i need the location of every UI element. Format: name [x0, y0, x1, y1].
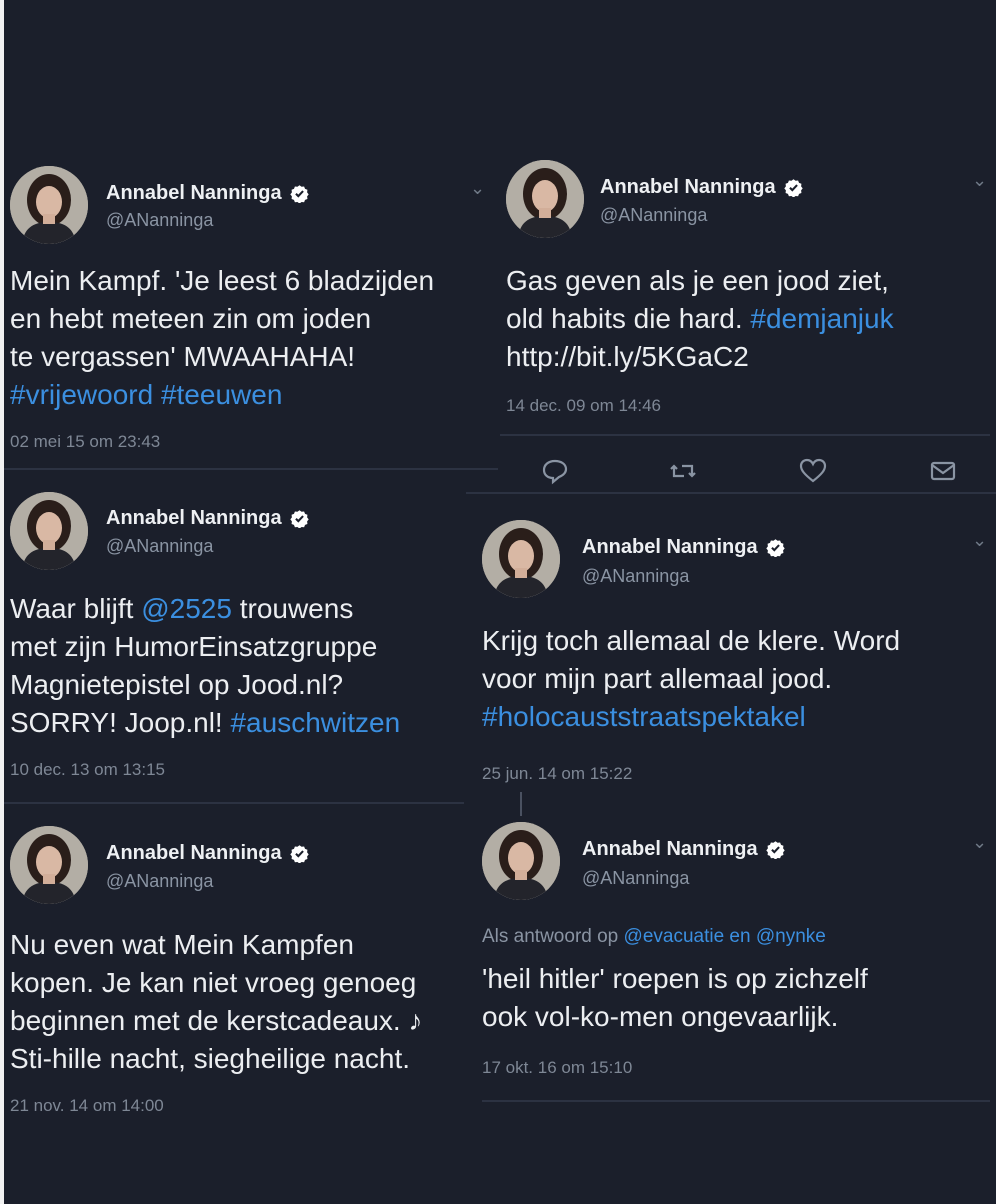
verified-icon [766, 538, 785, 557]
tweet-text: Nu even wat Mein Kampfen kopen. Je kan n… [10, 929, 423, 1074]
divider [500, 434, 990, 436]
author-handle[interactable]: @ANanninga [106, 536, 213, 557]
hashtag[interactable]: #holocauststraatspektakel [482, 698, 900, 736]
timestamp[interactable]: 02 mei 15 om 23:43 [10, 432, 160, 452]
tweet-text: Krijg toch allemaal de klere. Word voor … [482, 622, 900, 736]
author-handle[interactable]: @ANanninga [600, 205, 707, 226]
chevron-down-icon[interactable]: ⌄ [972, 832, 987, 853]
thread-connector [520, 792, 522, 816]
tweet-text: Waar blijft @2525 trouwens met zijn Humo… [10, 593, 401, 738]
hashtags[interactable]: #vrijewoord #teeuwen [10, 376, 434, 414]
left-border [0, 0, 4, 1204]
author-name[interactable]: Annabel Nanninga [106, 182, 309, 205]
chevron-down-icon[interactable]: ⌄ [972, 530, 987, 551]
hashtag[interactable]: #demjanjuk [750, 303, 893, 334]
link[interactable]: http://bit.ly/5KGaC2 [506, 338, 894, 376]
timestamp[interactable]: 17 okt. 16 om 15:10 [482, 1058, 632, 1078]
timestamp[interactable]: 21 nov. 14 om 14:00 [10, 1096, 164, 1116]
reply-mentions[interactable]: @evacuatie en @nynke [624, 926, 826, 947]
reply-context: Als antwoord op @evacuatie en @nynke [482, 926, 826, 947]
avatar[interactable] [482, 822, 560, 900]
avatar[interactable] [482, 520, 560, 598]
divider [466, 492, 996, 494]
tweet-text: Gas geven als je een jood ziet, old habi… [506, 262, 894, 376]
author-name[interactable]: Annabel Nanninga [106, 842, 309, 865]
author-handle[interactable]: @ANanninga [106, 210, 213, 231]
like-icon[interactable] [798, 456, 828, 486]
divider [4, 468, 498, 470]
author-name[interactable]: Annabel Nanninga [582, 838, 785, 861]
avatar[interactable] [10, 166, 88, 244]
author-handle[interactable]: @ANanninga [582, 566, 689, 587]
timestamp[interactable]: 10 dec. 13 om 13:15 [10, 760, 165, 780]
tweet-text: 'heil hitler' roepen is op zichzelf ook … [482, 963, 868, 1032]
author-handle[interactable]: @ANanninga [106, 871, 213, 892]
author-name[interactable]: Annabel Nanninga [582, 536, 785, 559]
verified-icon [766, 840, 785, 859]
avatar[interactable] [10, 826, 88, 904]
hashtag[interactable]: #auschwitzen [230, 707, 400, 738]
verified-icon [290, 509, 309, 528]
divider [482, 1100, 990, 1102]
avatar[interactable] [506, 160, 584, 238]
verified-icon [290, 844, 309, 863]
message-icon[interactable] [928, 456, 958, 486]
avatar[interactable] [10, 492, 88, 570]
retweet-icon[interactable] [668, 456, 698, 486]
verified-icon [290, 184, 309, 203]
author-name[interactable]: Annabel Nanninga [106, 507, 309, 530]
chevron-down-icon[interactable]: ⌄ [470, 178, 485, 199]
mention[interactable]: @2525 [141, 593, 232, 624]
divider [4, 802, 464, 804]
chevron-down-icon[interactable]: ⌄ [972, 170, 987, 191]
author-handle[interactable]: @ANanninga [582, 868, 689, 889]
tweet-text: Mein Kampf. 'Je leest 6 bladzijden en he… [10, 262, 434, 414]
timestamp[interactable]: 25 jun. 14 om 15:22 [482, 764, 632, 784]
author-name[interactable]: Annabel Nanninga [600, 176, 803, 199]
reply-icon[interactable] [540, 456, 570, 486]
verified-icon [784, 178, 803, 197]
timestamp[interactable]: 14 dec. 09 om 14:46 [506, 396, 661, 416]
